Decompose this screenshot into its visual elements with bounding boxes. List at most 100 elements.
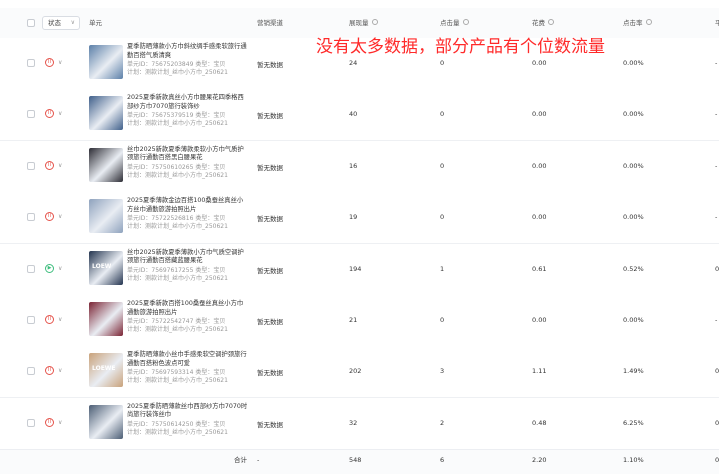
unit-id-line: 单元ID：75750610265 类型：宝贝 [127,164,257,172]
pause-status-icon[interactable]: II [45,109,54,119]
cell-impressions: 194 [349,264,362,273]
table-row[interactable]: II ∨ 丝巾2025新款夏季薄款柔软小方巾气质护颈旅行通勤百搭黑白腰果花 单元ID：… [0,140,719,193]
pause-status-icon[interactable]: II [45,212,54,222]
unit-id: 单元ID：75675203849 [127,61,194,68]
unit-title[interactable]: 夏季防晒薄款小丝巾手感柔软空调护颈旅行通勤百搭粉色波点可爱 [127,351,249,368]
thumbnail-brand-text: LOEW [92,262,112,270]
cell-scene: 暂无数据 [257,163,283,172]
unit-title[interactable]: 丝巾2025新款夏季薄款小方巾气质空调护颈旅行通勤百搭藏蓝腰果花 [127,249,249,266]
cell-ctr: 0.00% [623,59,644,67]
pause-status-icon[interactable]: II [45,366,54,376]
cell-cost: 0.48 [532,418,547,427]
row-checkbox[interactable] [27,264,35,273]
sort-icon[interactable] [645,19,652,25]
cell-impressions: 202 [349,367,362,376]
cell-extra: - [715,110,718,119]
sort-icon[interactable] [548,19,554,25]
unit-id-line: 单元ID：75750614250 类型：宝贝 [127,421,257,429]
total-clicks: 6 [440,456,445,464]
table-row[interactable]: II ∨ 2025夏季新款百搭100桑蚕丝真丝小方巾通勤旅游拍照出片 单元ID：757… [0,295,719,347]
cell-clicks: 0 [440,161,445,170]
product-thumbnail [89,96,123,131]
total-scene: - [257,456,260,464]
unit-id: 单元ID：75697593314 [127,369,194,377]
chevron-down-icon[interactable]: ∨ [58,264,62,273]
unit-id: 单元ID：75750614250 [127,420,194,428]
unit-title[interactable]: 2025夏季防晒薄款丝巾西部纱方巾7070时尚旅行装饰丝巾 [127,403,249,420]
unit-plan: 计划：测款计划_丝巾小方巾_250621 [127,326,228,333]
chevron-down-icon[interactable]: ∨ [58,418,62,427]
unit-title[interactable]: 2025夏季新款百搭100桑蚕丝真丝小方巾通勤旅游拍照出片 [127,300,249,317]
cell-scene: 暂无数据 [257,369,283,378]
unit-title[interactable]: 丝巾2025新款夏季薄款柔软小方巾气质护颈旅行通勤百搭黑白腰果花 [127,146,249,163]
cell-ctr: 0.00% [623,213,644,222]
pause-status-icon[interactable]: II [45,160,54,170]
cell-clicks: 0 [440,110,445,119]
report-panel: 状态 ∨ 单元 营销渠道 展现量 点击量 花费 点击率 平 II ∨ 夏季防晒薄款小… [0,0,719,474]
cell-impressions: 21 [349,316,358,324]
chevron-down-icon[interactable]: ∨ [58,161,62,170]
product-thumbnail [89,45,123,79]
table-row[interactable]: II ∨ 2025夏季新款真丝小方巾腰果花四季格西部纱方巾7070旅行装饰纱 单元ID… [0,89,719,142]
chevron-down-icon[interactable]: ∨ [58,109,62,118]
unit-type: 类型：宝贝 [195,163,226,171]
sort-icon[interactable] [462,19,469,25]
chevron-down-icon[interactable]: ∨ [58,212,62,221]
select-all-checkbox[interactable] [27,19,35,27]
col-extra-header: 平 [715,19,719,27]
unit-type: 类型：宝贝 [195,215,226,223]
chevron-down-icon[interactable]: ∨ [58,58,62,67]
play-status-icon[interactable]: ▶ [45,263,54,273]
total-ctr: 1.10% [623,456,644,464]
cell-cost: 1.11 [532,367,547,376]
col-ctr-header[interactable]: 点击率 [623,8,652,38]
pause-status-icon[interactable]: II [45,315,54,324]
unit-plan: 计划：测款计划_丝巾小方巾_250621 [127,274,228,282]
col-scene-header: 营销渠道 [257,19,283,27]
cell-extra: - [715,316,718,324]
sort-icon[interactable] [371,19,378,25]
cell-extra: - [715,213,718,222]
cell-ctr: 6.25% [623,418,644,427]
unit-title[interactable]: 2025夏季新款真丝小方巾腰果花四季格西部纱方巾7070旅行装饰纱 [127,94,249,111]
cell-clicks: 1 [440,264,445,273]
annotation-overlay-text: 没有太多数据，部分产品有个位数流量 [316,37,605,57]
row-checkbox[interactable] [27,213,35,222]
unit-title[interactable]: 2025夏季薄款金边百搭100桑蚕丝真丝小方丝巾通勤旅游拍照出片 [127,197,249,214]
pause-status-icon[interactable]: II [45,417,54,427]
row-checkbox[interactable] [27,110,35,119]
cell-cost: 0.00 [532,110,547,119]
table-row[interactable]: II ∨ LOEWE 夏季防晒薄款小丝巾手感柔软空调护颈旅行通勤百搭粉色波点可爱 单元I… [0,346,719,399]
unit-plan: 计划：测款计划_丝巾小方巾_250621 [127,377,228,385]
unit-title[interactable]: 夏季防晒薄款小方巾斜纹绸手感柔软旅行通勤百搭气质清爽 [127,43,249,60]
cell-impressions: 19 [349,213,358,222]
total-cost: 2.20 [532,456,547,464]
chevron-down-icon[interactable]: ∨ [58,315,62,324]
cell-ctr: 0.52% [623,264,644,273]
cell-clicks: 3 [440,367,445,376]
chevron-down-icon: ∨ [70,19,75,26]
total-label: 合计 [234,456,247,464]
cell-ctr: 0.00% [623,161,644,170]
cell-scene: 暂无数据 [257,112,283,121]
row-checkbox[interactable] [27,59,35,67]
col-unit-header: 单元 [89,19,102,27]
cell-extra: 0 [715,418,719,427]
status-filter-label: 状态 [48,19,61,27]
unit-id-line: 单元ID：75722526816 类型：宝贝 [127,215,257,223]
table-row[interactable]: II ∨ 2025夏季薄款金边百搭100桑蚕丝真丝小方丝巾通勤旅游拍照出片 单元ID：… [0,192,719,245]
unit-plan: 计划：测款计划_丝巾小方巾_250621 [127,69,228,76]
row-checkbox[interactable] [27,161,35,170]
table-footer-total: 合计 - 548 6 2.20 1.10% 0 [0,449,719,474]
row-checkbox[interactable] [27,316,35,324]
row-checkbox[interactable] [27,418,35,427]
cell-clicks: 0 [440,59,445,67]
pause-status-icon[interactable]: II [45,58,54,67]
status-filter-dropdown[interactable]: 状态 ∨ [42,16,80,30]
row-checkbox[interactable] [27,367,35,376]
table-row[interactable]: II ∨ 2025夏季防晒薄款丝巾西部纱方巾7070时尚旅行装饰丝巾 单元ID：757… [0,397,719,450]
chevron-down-icon[interactable]: ∨ [58,366,62,375]
table-row[interactable]: ▶ ∨ LOEW 丝巾2025新款夏季薄款小方巾气质空调护颈旅行通勤百搭藏蓝腰果花 单元… [0,243,719,296]
cell-impressions: 16 [349,161,358,170]
unit-plan: 计划：测款计划_丝巾小方巾_250621 [127,120,228,128]
